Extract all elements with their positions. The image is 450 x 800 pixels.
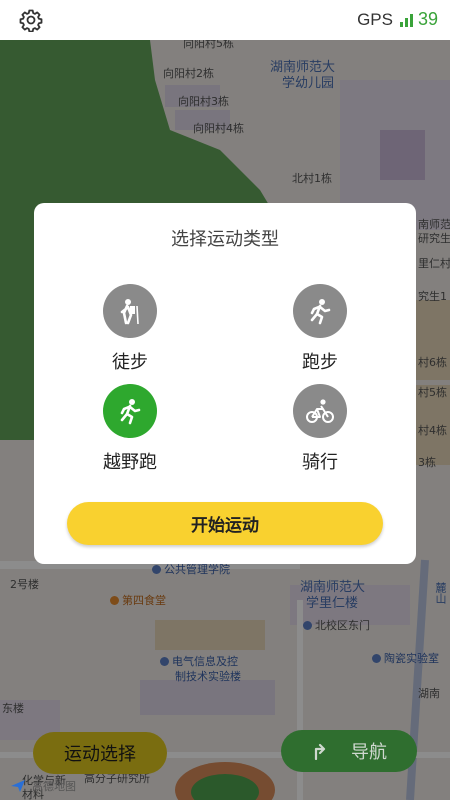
gear-icon[interactable]	[19, 8, 43, 32]
cycling-icon	[293, 384, 347, 438]
sport-option-trail-running[interactable]: 越野跑	[80, 384, 180, 474]
start-exercise-button[interactable]: 开始运动	[67, 502, 383, 545]
signal-icon	[399, 13, 413, 27]
navigation-label: 导航	[351, 742, 387, 763]
status-bar: GPS 39	[0, 0, 450, 40]
sport-name: 徒步	[112, 352, 148, 373]
running-icon	[293, 284, 347, 338]
turn-right-icon	[314, 743, 326, 760]
map-logo-text: 高德地图	[32, 780, 76, 793]
sport-name: 跑步	[302, 352, 338, 373]
gps-label: GPS	[357, 9, 393, 29]
navigation-arrow-icon	[11, 780, 25, 792]
sport-name: 越野跑	[103, 452, 157, 473]
hiking-icon	[103, 284, 157, 338]
navigation-button[interactable]: 导航	[281, 730, 417, 772]
trail-running-icon	[103, 384, 157, 438]
sport-option-cycling[interactable]: 骑行	[270, 384, 370, 474]
gps-status: GPS 39	[357, 9, 438, 30]
sport-option-hiking[interactable]: 徒步	[80, 284, 180, 374]
sport-select-button[interactable]: 运动选择	[33, 732, 167, 774]
sport-name: 骑行	[302, 452, 338, 473]
sport-option-running[interactable]: 跑步	[270, 284, 370, 374]
dialog-title: 选择运动类型	[171, 229, 279, 250]
map-logo: 高德地图	[10, 778, 76, 794]
sport-type-dialog: 选择运动类型 徒步 跑步 越野跑 骑行 开始运动	[34, 203, 416, 564]
satellite-count: 39	[417, 9, 438, 29]
